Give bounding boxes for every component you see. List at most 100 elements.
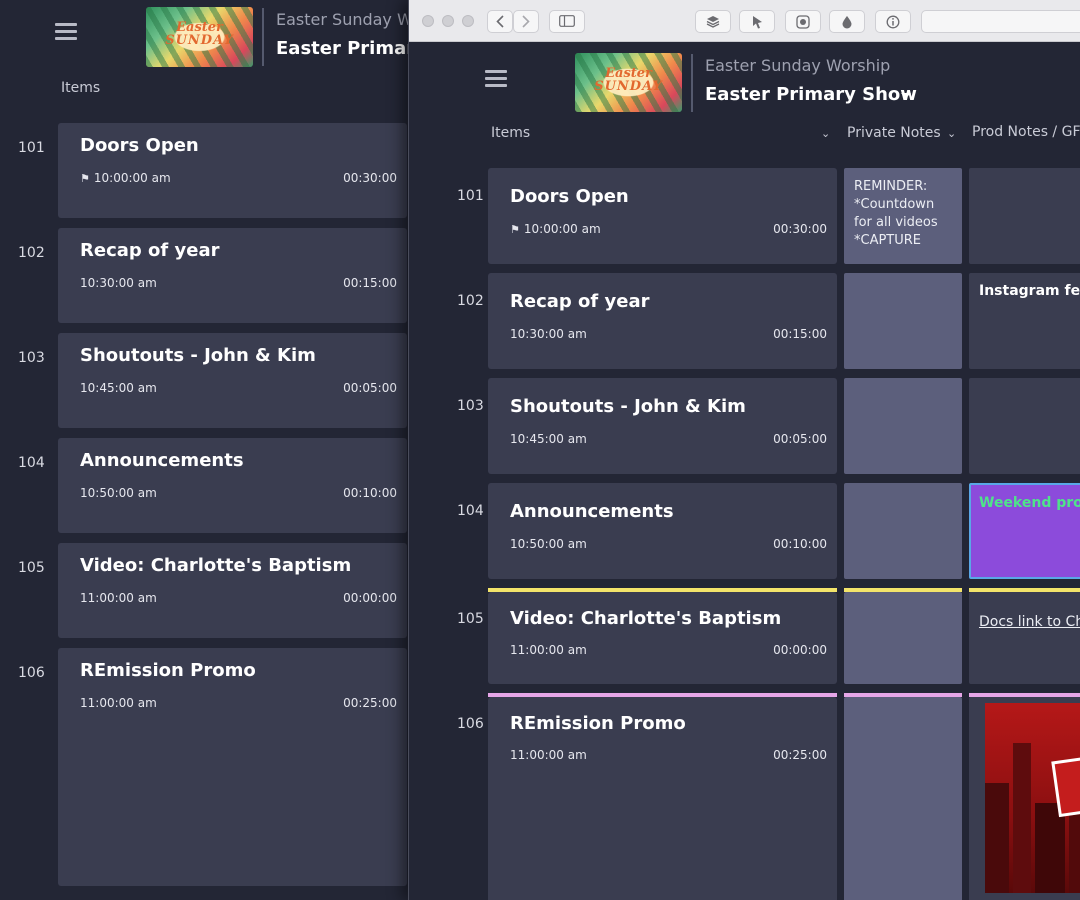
item-card-106[interactable]: REmission Promo 11:00:00 am 00:25:00	[58, 648, 407, 886]
row-number: 104	[18, 455, 45, 471]
column-header-prod-notes: Prod Notes / GFX	[972, 124, 1080, 140]
item-title: Doors Open	[510, 186, 629, 207]
forward-button[interactable]	[513, 10, 539, 33]
private-note-cell-102[interactable]	[844, 273, 962, 369]
item-card-102[interactable]: Recap of year 10:30:00 am 00:15:00	[488, 273, 837, 369]
prod-note-cell-103[interactable]	[969, 378, 1080, 474]
item-title: Video: Charlotte's Baptism	[80, 555, 352, 576]
item-title: Shoutouts - John & Kim	[510, 396, 746, 417]
front-window: Easter SUNDAY Easter Sunday Worship East…	[408, 0, 1080, 900]
show-name[interactable]: Easter Primary Show	[705, 84, 917, 105]
cursor-extension-button[interactable]	[739, 10, 775, 33]
cursor-icon	[752, 16, 762, 29]
item-card-102[interactable]: Recap of year 10:30:00 am 00:15:00	[58, 228, 407, 323]
row-number: 101	[18, 140, 45, 156]
private-note-cell-101[interactable]: REMINDER: *Countdown for all videos *CAP…	[844, 168, 962, 264]
row-number: 102	[18, 245, 45, 261]
item-duration: 00:05:00	[343, 381, 397, 395]
private-note-cell-106[interactable]	[844, 697, 962, 900]
prod-note-cell-106[interactable]	[969, 697, 1080, 900]
prod-note-link[interactable]: Docs link to Cha	[979, 614, 1080, 630]
sidebar-toggle-button[interactable]	[549, 10, 585, 33]
private-note-cell-105[interactable]	[844, 592, 962, 684]
thumbnail-text: Easter SUNDAY	[575, 67, 682, 93]
row-number: 105	[18, 560, 45, 576]
item-start: 10:30:00 am	[80, 276, 157, 290]
back-window: Easter SUNDAY Easter Sunday Wo Easter Pr…	[0, 0, 427, 900]
browser-toolbar	[409, 0, 1080, 42]
item-start: 10:50:00 am	[80, 486, 157, 500]
row-number: 103	[457, 398, 484, 414]
item-card-105[interactable]: Video: Charlotte's Baptism 11:00:00 am 0…	[488, 592, 837, 684]
row-number: 101	[457, 188, 484, 204]
thumbnail-line2: SUNDAY	[165, 33, 234, 48]
item-card-101[interactable]: Doors Open ⚑ 10:00:00 am 00:30:00	[488, 168, 837, 264]
item-card-104[interactable]: Announcements 10:50:00 am 00:10:00	[488, 483, 837, 579]
column-header-items: Items	[491, 125, 531, 141]
item-start-time: ⚑ 10:00:00 am	[510, 222, 601, 236]
title-divider	[262, 8, 264, 66]
event-name: Easter Sunday Wo	[276, 10, 422, 29]
address-bar[interactable]	[921, 10, 1080, 33]
item-duration: 00:15:00	[343, 276, 397, 290]
prod-note-text: Weekend prom	[979, 495, 1080, 511]
row-number: 102	[457, 293, 484, 309]
item-card-103[interactable]: Shoutouts - John & Kim 10:45:00 am 00:05…	[488, 378, 837, 474]
info-extension-button[interactable]	[875, 10, 911, 33]
menu-hamburger-icon[interactable]	[55, 23, 77, 41]
zoom-window-button[interactable]	[462, 15, 474, 27]
chevron-down-icon[interactable]: ⌄	[947, 127, 956, 140]
promo-image[interactable]	[985, 703, 1080, 893]
item-duration: 00:00:00	[773, 643, 827, 657]
menu-hamburger-icon[interactable]	[485, 70, 507, 88]
item-duration: 00:10:00	[343, 486, 397, 500]
event-thumbnail: Easter SUNDAY	[146, 7, 253, 67]
item-start: 11:00:00 am	[80, 696, 157, 710]
chevron-down-icon[interactable]: ⌄	[821, 127, 830, 140]
prod-note-cell-102[interactable]: Instagram fee	[969, 273, 1080, 369]
item-duration: 00:10:00	[773, 537, 827, 551]
private-note-cell-104[interactable]	[844, 483, 962, 579]
item-start: 11:00:00 am	[510, 643, 587, 657]
item-card-106[interactable]: REmission Promo 11:00:00 am 00:25:00	[488, 697, 837, 900]
item-card-105[interactable]: Video: Charlotte's Baptism 11:00:00 am 0…	[58, 543, 407, 638]
item-title: Announcements	[80, 450, 244, 471]
private-note-text: REMINDER: *Countdown for all videos *CAP…	[854, 179, 938, 248]
info-icon	[886, 15, 900, 29]
item-duration: 00:25:00	[773, 748, 827, 762]
private-note-cell-103[interactable]	[844, 378, 962, 474]
item-title: REmission Promo	[80, 660, 256, 681]
show-name[interactable]: Easter Primary	[276, 38, 427, 59]
item-start: 11:00:00 am	[80, 591, 157, 605]
chevron-right-icon	[522, 15, 530, 28]
item-card-101[interactable]: Doors Open ⚑ 10:00:00 am 00:30:00	[58, 123, 407, 218]
item-start: 10:30:00 am	[510, 327, 587, 341]
row-number: 106	[18, 665, 45, 681]
prod-note-cell-105[interactable]: Docs link to Cha	[969, 592, 1080, 684]
item-duration: 00:00:00	[343, 591, 397, 605]
item-duration: 00:15:00	[773, 327, 827, 341]
item-start-time: ⚑ 10:00:00 am	[80, 171, 171, 185]
chevron-left-icon	[496, 15, 504, 28]
minimize-window-button[interactable]	[442, 15, 454, 27]
close-window-button[interactable]	[422, 15, 434, 27]
drop-extension-button[interactable]	[829, 10, 865, 33]
item-title: REmission Promo	[510, 713, 686, 734]
item-title: Doors Open	[80, 135, 199, 156]
item-start: 10:00:00 am	[523, 222, 601, 236]
caret-down-icon[interactable]	[901, 93, 911, 98]
prod-note-cell-101[interactable]	[969, 168, 1080, 264]
layers-extension-button[interactable]	[695, 10, 731, 33]
item-start: 10:45:00 am	[510, 432, 587, 446]
item-card-104[interactable]: Announcements 10:50:00 am 00:10:00	[58, 438, 407, 533]
item-duration: 00:05:00	[773, 432, 827, 446]
item-duration: 00:30:00	[773, 222, 827, 236]
prod-note-cell-104[interactable]: Weekend prom	[969, 483, 1080, 579]
item-card-103[interactable]: Shoutouts - John & Kim 10:45:00 am 00:05…	[58, 333, 407, 428]
item-start: 10:45:00 am	[80, 381, 157, 395]
item-start: 10:00:00 am	[93, 171, 171, 185]
record-extension-button[interactable]	[785, 10, 821, 33]
column-header-items: Items	[61, 80, 101, 96]
back-button[interactable]	[487, 10, 513, 33]
item-duration: 00:30:00	[343, 171, 397, 185]
